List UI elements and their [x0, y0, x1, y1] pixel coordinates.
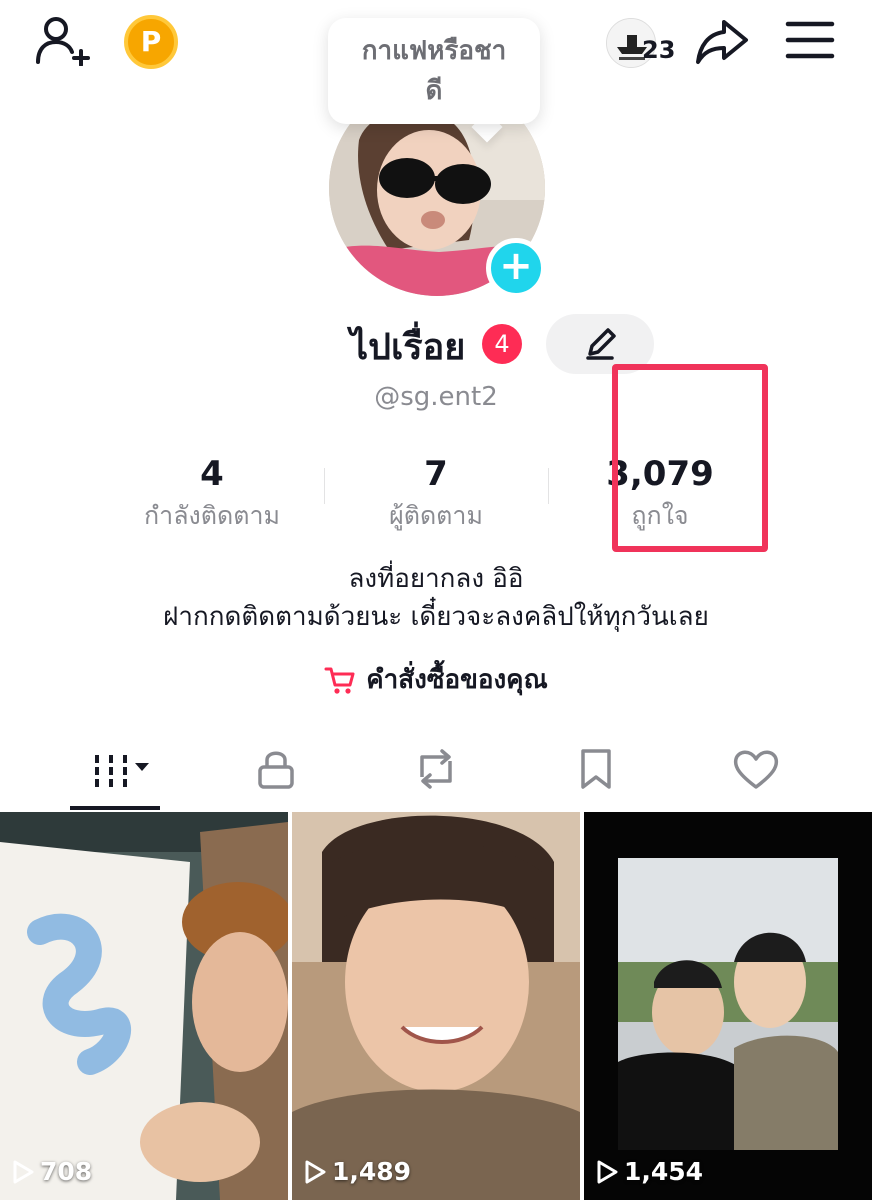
- share-icon[interactable]: [694, 16, 750, 68]
- tab-videos[interactable]: [70, 736, 170, 802]
- following-count: 4: [200, 454, 224, 494]
- grid-icon: [95, 755, 149, 787]
- bio-line: ฝากกดติดตามด้วยนะ เดี๋ยวจะลงคลิปให้ทุกวั…: [163, 602, 709, 632]
- stat-followers[interactable]: 7 ผู้ติดตาม: [316, 452, 556, 536]
- orders-link[interactable]: คำสั่งซื้อของคุณ: [0, 660, 872, 700]
- menu-icon[interactable]: [784, 18, 836, 62]
- heart-icon: [733, 750, 779, 789]
- bio-line: ลงที่อยากลง อิอิ: [348, 564, 524, 594]
- add-avatar-button[interactable]: +: [486, 238, 546, 298]
- lock-icon: [258, 751, 294, 789]
- view-count-text: 708: [40, 1157, 93, 1186]
- stat-following[interactable]: 4 กำลังติดตาม: [92, 452, 332, 536]
- tab-private[interactable]: [226, 736, 326, 802]
- tab-liked[interactable]: [706, 736, 806, 802]
- cart-icon: [324, 667, 355, 694]
- content-tabs: [0, 736, 872, 810]
- highlight-box: [612, 364, 768, 552]
- bookmark-icon: [581, 749, 611, 789]
- view-count: 1,454: [596, 1157, 703, 1186]
- video-thumbnail[interactable]: 1,489: [292, 812, 580, 1200]
- view-count: 708: [12, 1157, 92, 1186]
- tooltip-text: กาแฟหรือชา ดี: [361, 36, 507, 106]
- coin-icon[interactable]: P: [124, 15, 178, 69]
- repost-icon: [420, 749, 452, 789]
- display-name: ไปเรื่อย: [350, 327, 466, 368]
- video-thumbnail-image: [292, 812, 580, 1200]
- followers-count: 7: [424, 454, 448, 494]
- tab-reposts[interactable]: [386, 736, 486, 802]
- play-icon: [13, 1160, 34, 1183]
- notification-count: 23: [642, 36, 676, 64]
- bio: ลงที่อยากลง อิอิ ฝากกดติดตามด้วยนะ เดี๋ย…: [0, 560, 872, 636]
- following-label: กำลังติดตาม: [144, 501, 280, 530]
- active-tab-indicator: [70, 806, 160, 810]
- name-badge: 4: [482, 324, 522, 364]
- video-thumbnail-image: [584, 812, 872, 1200]
- view-count-text: 1,489: [332, 1157, 412, 1186]
- play-icon: [597, 1160, 618, 1183]
- play-icon: [305, 1160, 326, 1183]
- video-thumbnail[interactable]: 708: [0, 812, 288, 1200]
- view-count: 1,489: [304, 1157, 411, 1186]
- status-tooltip[interactable]: กาแฟหรือชา ดี: [328, 18, 540, 124]
- tab-saved[interactable]: [546, 736, 646, 802]
- video-thumbnail[interactable]: 1,454: [584, 812, 872, 1200]
- orders-label: คำสั่งซื้อของคุณ: [366, 665, 548, 695]
- followers-label: ผู้ติดตาม: [389, 501, 483, 530]
- video-thumbnail-image: [0, 812, 288, 1200]
- add-friend-icon[interactable]: [34, 14, 90, 66]
- video-grid: 708 1,489 1,454: [0, 812, 872, 1200]
- view-count-text: 1,454: [624, 1157, 704, 1186]
